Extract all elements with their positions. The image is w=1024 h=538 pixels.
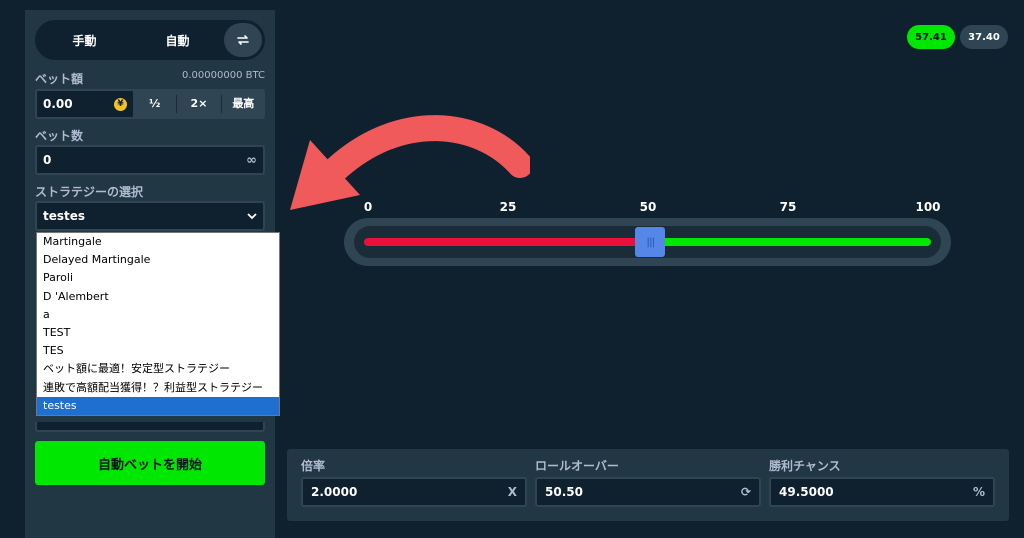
mode-tabs: 手動 自動 xyxy=(35,20,265,60)
slider-handle[interactable]: ||| xyxy=(635,227,666,257)
bet-amount-label: ベット額 xyxy=(35,72,84,86)
result-badge-win[interactable]: 57.41 xyxy=(907,25,955,49)
chevron-down-icon xyxy=(247,210,257,223)
coin-icon: ¥ xyxy=(114,97,127,111)
hidden-field-edge xyxy=(35,422,265,432)
multiplier-group: 倍率 2.0000 X xyxy=(301,457,527,507)
strategy-option[interactable]: ベット額に最適！安定型ストラテジー xyxy=(37,360,279,378)
multiplier-label: 倍率 xyxy=(301,459,326,473)
tick-label: 50 xyxy=(639,200,657,214)
result-badge[interactable]: 37.40 xyxy=(960,25,1008,49)
win-chance-input[interactable]: 49.5000 % xyxy=(769,477,995,507)
strategy-dropdown-list: Martingale Delayed Martingale Paroli D '… xyxy=(36,232,280,416)
tab-auto[interactable]: 自動 xyxy=(131,23,224,57)
strategy-option[interactable]: Paroli xyxy=(37,269,279,287)
bet-amount-input[interactable]: 0.00 ¥ xyxy=(35,89,135,119)
tab-manual[interactable]: 手動 xyxy=(38,23,131,57)
infinity-icon[interactable]: ∞ xyxy=(246,153,257,168)
strategy-option[interactable]: TES xyxy=(37,342,279,360)
bet-settings-panel: 倍率 2.0000 X ロールオーバー 50.50 ⟳ 勝利チャンス 49.50… xyxy=(287,449,1009,521)
multiplier-x-icon: X xyxy=(507,485,517,499)
strategy-option[interactable]: Martingale xyxy=(37,233,279,251)
refresh-icon[interactable]: ⟳ xyxy=(741,485,751,499)
strategy-option[interactable]: Delayed Martingale xyxy=(37,251,279,269)
strategy-option[interactable]: D 'Alembert xyxy=(37,288,279,306)
bet-amount-btc: 0.00000000 BTC xyxy=(182,70,265,81)
strategy-option[interactable]: a xyxy=(37,306,279,324)
double-button[interactable]: 2× xyxy=(177,95,222,113)
multiplier-value: 2.0000 xyxy=(311,485,358,499)
multiplier-input[interactable]: 2.0000 X xyxy=(301,477,527,507)
roll-over-value: 50.50 xyxy=(545,485,583,499)
start-autobet-button[interactable]: 自動ベットを開始 xyxy=(35,441,265,485)
tick-label: 75 xyxy=(779,200,797,214)
win-chance-group: 勝利チャンス 49.5000 % xyxy=(769,457,995,507)
strategy-label: ストラテジーの選択 xyxy=(35,185,144,199)
bet-count-input[interactable]: 0 ∞ xyxy=(35,145,265,175)
swap-icon[interactable] xyxy=(224,23,262,57)
strategy-selected: testes xyxy=(43,209,86,223)
roll-over-group: ロールオーバー 50.50 ⟳ xyxy=(535,457,761,507)
win-range-bar xyxy=(650,238,931,246)
half-button[interactable]: ½ xyxy=(133,95,178,113)
strategy-select[interactable]: testes xyxy=(35,201,265,231)
bet-count-label: ベット数 xyxy=(35,129,84,143)
bet-amount-label-row: ベット額 0.00000000 BTC xyxy=(35,70,265,87)
tick-label: 100 xyxy=(915,200,941,214)
bet-amount-value: 0.00 xyxy=(43,97,73,111)
strategy-option[interactable]: 連敗で高額配当獲得！？利益型ストラテジー xyxy=(37,379,279,397)
max-button[interactable]: 最高 xyxy=(222,95,265,113)
bet-amount-buttons: ½ 2× 最高 xyxy=(133,89,265,119)
win-chance-value: 49.5000 xyxy=(779,485,834,499)
strategy-option[interactable]: TEST xyxy=(37,324,279,342)
percent-icon: % xyxy=(972,485,985,499)
bet-count-value: 0 xyxy=(43,153,52,167)
win-chance-label: 勝利チャンス xyxy=(769,459,841,473)
bet-count-label-row: ベット数 xyxy=(35,127,265,144)
roll-over-input[interactable]: 50.50 ⟳ xyxy=(535,477,761,507)
strategy-label-row: ストラテジーの選択 xyxy=(35,183,265,200)
roll-over-label: ロールオーバー xyxy=(535,459,619,473)
annotation-arrow-icon xyxy=(290,115,530,210)
strategy-option-selected[interactable]: testes xyxy=(37,396,279,415)
